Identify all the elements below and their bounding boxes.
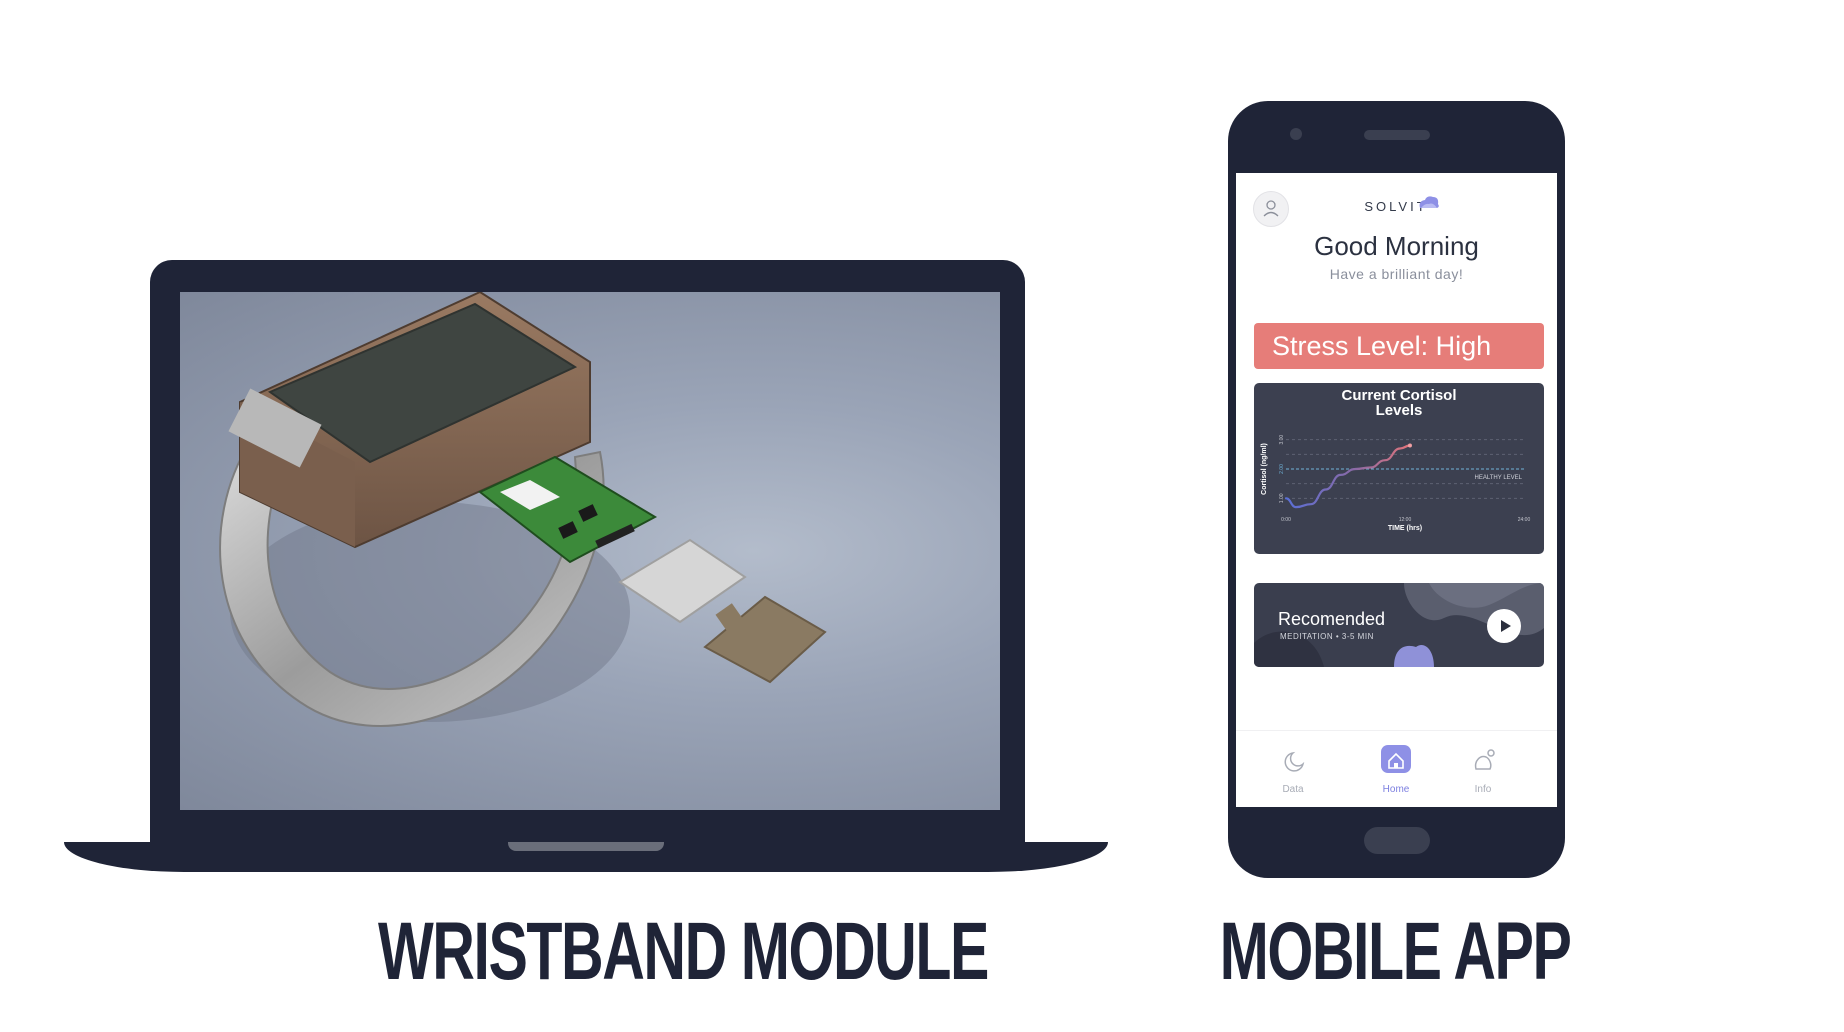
laptop-screen-render <box>180 292 1000 810</box>
profile-avatar-button[interactable] <box>1253 191 1289 227</box>
user-icon <box>1263 200 1279 217</box>
greeting-title: Good Morning <box>1314 231 1479 261</box>
x-tick-label-2: 24:00 <box>1518 517 1531 523</box>
y-tick-label-0: 1.00 <box>1279 493 1285 503</box>
recommended-title: Recomended <box>1278 609 1386 629</box>
laptop-frame <box>150 260 1025 850</box>
nav-item-info[interactable]: Info <box>1448 731 1518 807</box>
caption-wristband-module: WRISTBAND MODULE <box>378 906 989 997</box>
phone-speaker <box>1364 130 1430 140</box>
healthy-level-label: HEALTHY LEVEL <box>1475 475 1523 481</box>
phone-home-button[interactable] <box>1364 827 1430 854</box>
laptop-notch <box>508 842 664 851</box>
caption-mobile-app: MOBILE APP <box>1219 906 1572 997</box>
home-icon <box>1381 745 1411 773</box>
cortisol-chart-card: Current Cortisol Levels HEALTHY LEVEL 1.0… <box>1254 383 1544 554</box>
recommended-meditation-card[interactable]: Recomended MEDITATION • 3-5 MIN <box>1254 583 1544 667</box>
laptop-base <box>64 842 1108 872</box>
play-button[interactable] <box>1487 609 1521 643</box>
greeting-subtitle: Have a brilliant day! <box>1329 266 1464 282</box>
y-tick-label-1: 2.00 <box>1279 464 1285 474</box>
nav-label-data: Data <box>1282 784 1304 795</box>
x-tick-label-0: 0:00 <box>1281 517 1291 523</box>
wristband-render-image <box>219 292 827 727</box>
data-point-9 <box>1407 443 1412 448</box>
app-screen: SOLVIT Good Morning Have a brilliant day… <box>1236 173 1557 807</box>
recommended-subtitle: MEDITATION • 3-5 MIN <box>1280 632 1374 641</box>
y-tick-label-2: 3.00 <box>1279 435 1285 445</box>
nav-label-home: Home <box>1382 784 1410 795</box>
x-axis-label: TIME (hrs) <box>1388 525 1422 532</box>
y-axis-label: Cortisol (ng/ml) <box>1261 443 1268 495</box>
cortisol-line-chart: HEALTHY LEVEL 1.00 2.00 3.00 0:00 12:00 24:00 T… <box>1261 435 1531 532</box>
moon-icon <box>1284 751 1305 772</box>
cloud-logo-icon <box>1419 196 1439 208</box>
play-icon <box>1501 620 1511 632</box>
phone-frame: SOLVIT Good Morning Have a brilliant day… <box>1228 101 1565 878</box>
bottom-navigation: Data Home Info <box>1236 730 1557 807</box>
info-icon <box>1474 749 1495 770</box>
x-tick-label-1: 12:00 <box>1399 517 1412 523</box>
stress-level-banner: Stress Level: High <box>1254 323 1544 369</box>
front-camera <box>1290 128 1302 140</box>
nav-item-data[interactable]: Data <box>1258 731 1328 807</box>
nav-label-info: Info <box>1474 784 1492 795</box>
nav-item-home[interactable]: Home <box>1361 731 1431 807</box>
